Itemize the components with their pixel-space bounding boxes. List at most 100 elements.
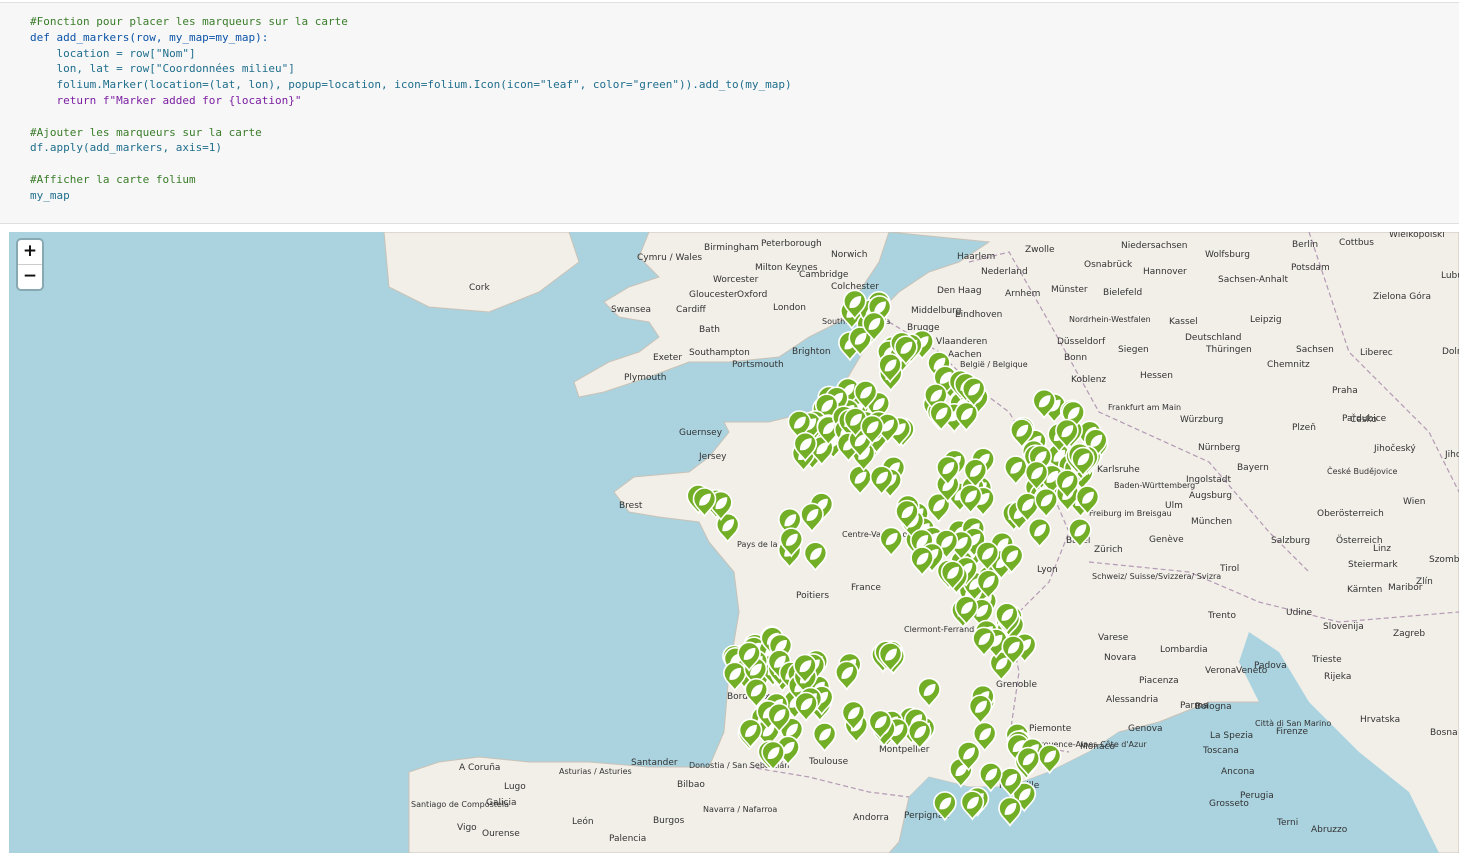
code-editor[interactable]: #Fonction pour placer les marqueurs sur … [30, 14, 792, 204]
place-label: Cork [469, 283, 490, 293]
place-label: Udine [1286, 608, 1313, 618]
place-label: Liberec [1360, 348, 1393, 358]
place-label: Dolnośląskie [1442, 346, 1459, 357]
place-label: Chemnitz [1267, 360, 1310, 370]
place-label: León [572, 816, 594, 827]
place-label: Lombardia [1160, 645, 1208, 655]
place-label: Wielkopolski [1389, 232, 1445, 240]
place-label: Nürnberg [1198, 443, 1240, 453]
place-label: Verona [1205, 666, 1236, 676]
place-label: Pardubice [1342, 414, 1387, 424]
place-label: Exeter [653, 353, 682, 363]
place-label: Sachsen [1296, 345, 1334, 355]
place-label: Sachsen-Anhalt [1218, 275, 1288, 285]
place-label: Karlsruhe [1097, 465, 1140, 475]
place-label: Brighton [792, 347, 831, 357]
place-label: Santander [631, 758, 678, 768]
place-label: Lugo [504, 782, 526, 792]
code-line: lon, lat = row["Coordonnées milieu"] [30, 62, 295, 76]
place-label: London [773, 303, 806, 313]
place-label: Hessen [1140, 371, 1173, 381]
place-label: Würzburg [1180, 415, 1223, 425]
place-label: Norwich [831, 250, 867, 260]
place-label: Zielona Góra [1373, 291, 1431, 302]
place-label: Gloucester [689, 290, 738, 300]
place-label: Salzburg [1271, 536, 1310, 546]
place-label: Andorra [853, 813, 889, 823]
code-cell[interactable]: #Fonction pour placer les marqueurs sur … [0, 2, 1459, 224]
place-label: Linz [1373, 544, 1391, 554]
place-label: Guernsey [679, 428, 723, 438]
place-label: Nederland [981, 267, 1028, 277]
code-line: my_map [30, 188, 70, 202]
place-label: Toscana [1202, 746, 1239, 756]
code-line: return f"Marker added for {location}" [30, 93, 302, 107]
place-label: České Budějovice [1327, 465, 1398, 476]
place-label: Jersey [698, 452, 727, 462]
place-label: Galicia [486, 798, 516, 808]
place-label: Szombathely [1429, 555, 1459, 565]
place-label: Jihočeský [1373, 443, 1416, 454]
folium-map[interactable]: Birmingham Peterborough Norwich Cymru / Wal… [9, 232, 1459, 853]
place-label: Jihomoravský [1444, 450, 1459, 460]
place-label: Niedersachsen [1121, 241, 1188, 251]
zoom-in-button[interactable]: + [18, 240, 42, 264]
place-label: Trento [1207, 611, 1236, 621]
place-label: Freiburg im Breisgau [1089, 509, 1172, 518]
place-label: Bath [699, 325, 720, 335]
place-label: Bosna i [1430, 728, 1459, 738]
place-label: Bilbao [677, 780, 705, 790]
place-label: Baden-Württemberg [1114, 481, 1195, 490]
place-label: Oxford [737, 290, 767, 300]
place-label: Zlín [1416, 577, 1433, 587]
place-label: Ourense [482, 829, 520, 839]
place-label: Zwolle [1025, 245, 1055, 255]
place-label: Hrvatska [1360, 715, 1400, 725]
code-line: def add_markers(row, my_map=my_map): [30, 30, 269, 44]
place-label: Monaco [1080, 742, 1115, 752]
place-label: Veneto [1236, 666, 1268, 676]
place-label: Birmingham [704, 243, 759, 253]
place-label: München [1191, 517, 1232, 527]
place-label: Lubuskie [1441, 271, 1459, 281]
place-label: Vlaanderen [936, 337, 987, 347]
place-label: Praha [1332, 386, 1358, 396]
place-label: Firenze [1276, 727, 1308, 737]
place-label: Haarlem [957, 252, 995, 262]
place-label: Asturias / Asturies [559, 767, 632, 776]
place-label: Bielefeld [1103, 288, 1142, 298]
place-label: Cymru / Wales [637, 253, 702, 263]
place-label: Toulouse [808, 757, 849, 767]
place-label: Hannover [1143, 267, 1187, 277]
place-label: Vigo [457, 823, 477, 833]
place-label: Zürich [1094, 545, 1123, 555]
place-label: Varese [1098, 633, 1129, 643]
map-canvas[interactable]: Birmingham Peterborough Norwich Cymru / Wal… [9, 232, 1459, 853]
place-label: Piemonte [1029, 724, 1072, 734]
place-label: Abruzzo [1311, 825, 1348, 835]
place-label: Navarra / Nafarroa [703, 805, 777, 814]
code-line: #Ajouter les marqueurs sur la carte [30, 125, 262, 139]
place-label: Burgos [653, 816, 685, 826]
place-label: Worcester [713, 275, 759, 285]
place-label: Osnabrück [1084, 260, 1133, 270]
place-label: Bonn [1064, 353, 1087, 363]
place-label: Piacenza [1139, 676, 1179, 686]
zoom-out-button[interactable]: − [18, 264, 42, 289]
place-label: Potsdam [1291, 263, 1330, 273]
place-label: Thüringen [1205, 345, 1252, 355]
code-line: location = row["Nom"] [30, 46, 196, 60]
place-label: Cardiff [676, 305, 707, 315]
place-label: Poitiers [796, 591, 829, 601]
place-label: Leipzig [1250, 315, 1282, 325]
place-label: Berlin [1292, 240, 1318, 250]
code-line: folium.Marker(location=(lat, lon), popup… [30, 78, 792, 92]
place-label: Palencia [609, 834, 646, 844]
place-label: Peterborough [761, 239, 822, 249]
place-label: Plzeň [1292, 422, 1316, 433]
place-label: Augsburg [1189, 491, 1232, 501]
place-label: Steiermark [1348, 560, 1398, 570]
place-label: Nordrhein-Westfalen [1069, 315, 1151, 324]
place-label: Southampton [689, 348, 750, 358]
place-label: Deutschland [1185, 333, 1241, 343]
